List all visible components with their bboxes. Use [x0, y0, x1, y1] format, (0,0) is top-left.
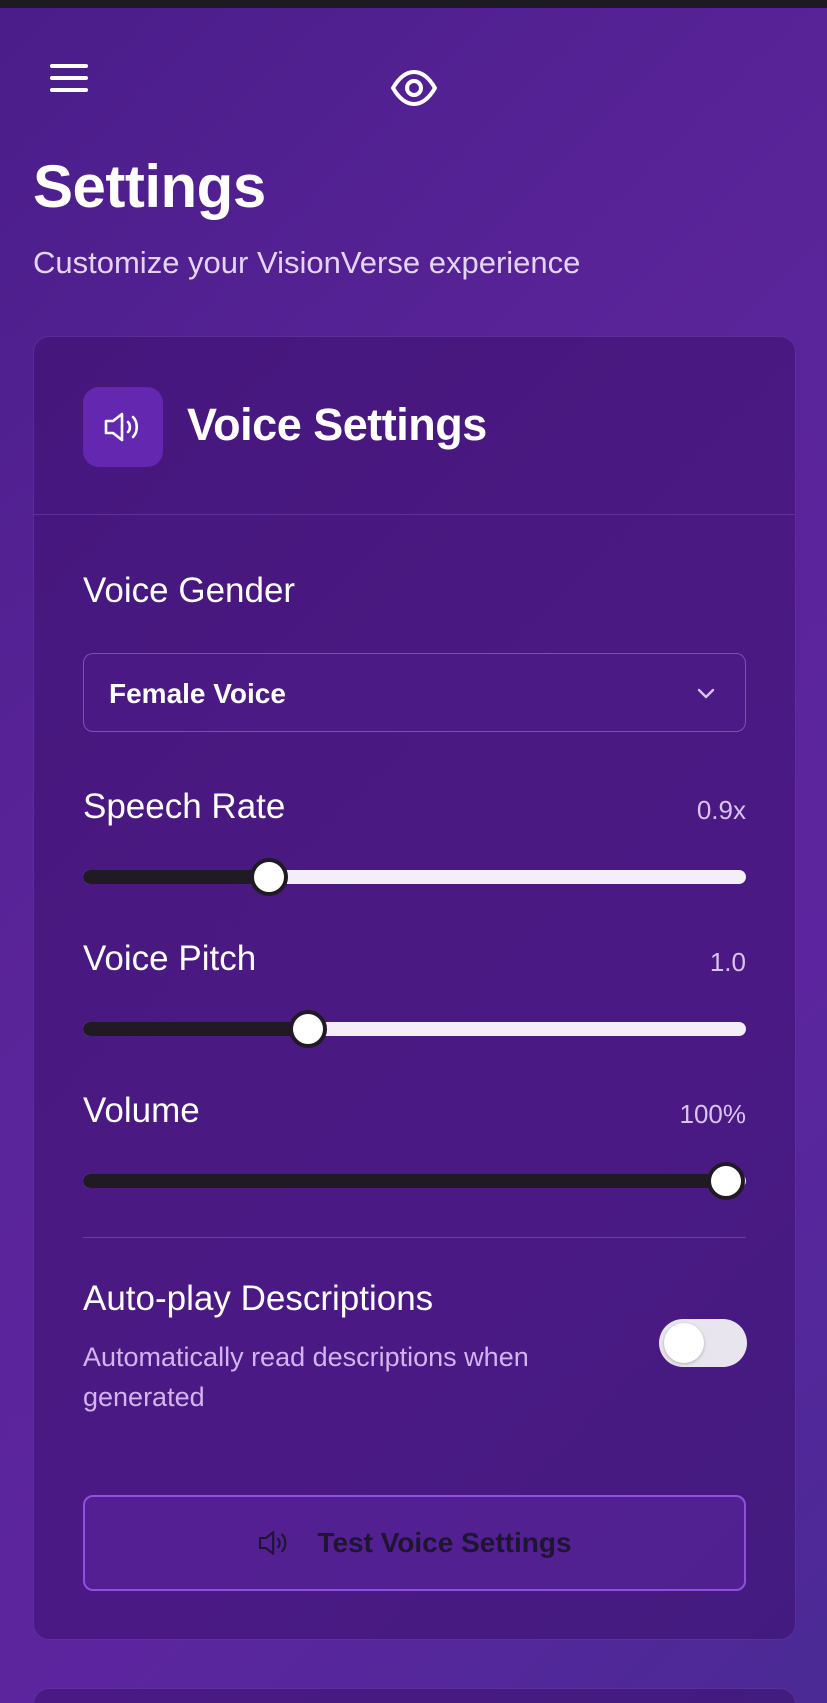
- voice-gender-value: Female Voice: [109, 678, 286, 709]
- app-header: [0, 8, 827, 156]
- eye-icon: [391, 70, 437, 106]
- next-settings-card: [33, 1688, 796, 1703]
- voice-gender-label: Voice Gender: [83, 571, 296, 610]
- speaker-icon: [259, 1531, 287, 1555]
- speech-rate-slider[interactable]: [83, 857, 746, 897]
- slider-fill: [83, 870, 269, 884]
- menu-button[interactable]: [50, 64, 88, 96]
- slider-thumb[interactable]: [289, 1010, 327, 1048]
- speech-rate-value: 0.9x: [696, 795, 746, 825]
- voice-pitch-slider[interactable]: [83, 1009, 746, 1049]
- page-title: Settings: [33, 153, 266, 220]
- test-voice-button[interactable]: Test Voice Settings: [83, 1495, 746, 1591]
- slider-fill: [83, 1022, 308, 1036]
- autoplay-description: Automatically read descriptions when gen…: [83, 1342, 529, 1412]
- toggle-knob: [664, 1323, 704, 1363]
- voice-gender-select[interactable]: Female Voice: [83, 653, 746, 732]
- voice-pitch-value: 1.0: [709, 947, 746, 977]
- card-header: Voice Settings: [34, 337, 795, 515]
- volume-label: Volume: [83, 1091, 200, 1130]
- speaker-icon: [83, 387, 163, 467]
- hamburger-menu-icon: [50, 64, 88, 68]
- card-title: Voice Settings: [187, 399, 487, 450]
- status-strip: [0, 0, 827, 8]
- speech-rate-label: Speech Rate: [83, 787, 286, 826]
- slider-thumb[interactable]: [707, 1162, 745, 1200]
- chevron-down-icon: [697, 688, 715, 699]
- volume-value: 100%: [679, 1099, 747, 1129]
- page-subtitle: Customize your VisionVerse experience: [33, 245, 581, 280]
- test-voice-button-label: Test Voice Settings: [317, 1527, 572, 1558]
- voice-settings-card: Voice Settings Voice Gender Female Voice…: [33, 336, 796, 1640]
- autoplay-toggle[interactable]: [659, 1319, 747, 1367]
- voice-pitch-label: Voice Pitch: [83, 939, 257, 978]
- slider-fill: [83, 1174, 726, 1188]
- volume-slider[interactable]: [83, 1161, 746, 1201]
- slider-thumb[interactable]: [250, 858, 288, 896]
- autoplay-label: Auto-play Descriptions: [83, 1279, 434, 1318]
- divider: [83, 1237, 746, 1238]
